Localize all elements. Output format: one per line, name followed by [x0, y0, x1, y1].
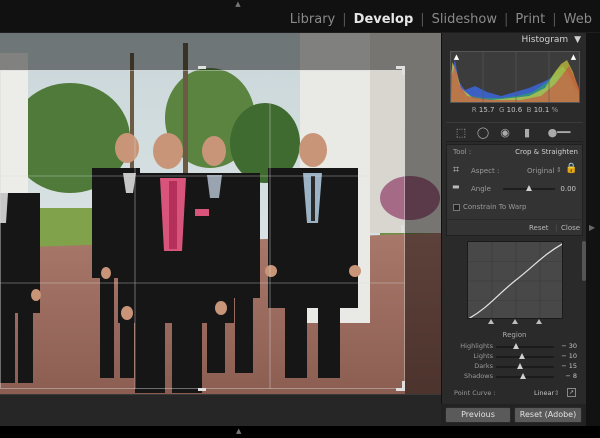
- histogram-title: Histogram: [521, 35, 569, 45]
- highlight-clipping-icon[interactable]: ▲: [570, 54, 577, 61]
- histogram-plot: [451, 52, 579, 102]
- module-slideshow[interactable]: Slideshow: [432, 12, 497, 27]
- chevron-updown-icon[interactable]: ⇕: [554, 389, 559, 397]
- tool-name: Crop & Straighten: [515, 148, 578, 156]
- red-eye-icon[interactable]: ◉: [498, 126, 512, 139]
- bottom-panel-strip: ▲: [0, 426, 600, 438]
- readout-g-label: G: [498, 106, 505, 114]
- lights-slider[interactable]: [496, 353, 554, 359]
- curve-split-handle[interactable]: [488, 319, 494, 324]
- crop-button-separator: |: [555, 224, 558, 232]
- module-print[interactable]: Print: [515, 12, 545, 27]
- lights-slider-thumb[interactable]: [519, 353, 526, 359]
- module-web[interactable]: Web: [564, 12, 592, 27]
- readout-b-label: B: [526, 106, 532, 114]
- shadows-label: Shadows: [463, 372, 493, 380]
- readout-b-value: 10.1: [533, 106, 550, 114]
- angle-slider[interactable]: [503, 185, 555, 191]
- shadow-clipping-icon[interactable]: ▲: [453, 54, 460, 61]
- shadows-slider[interactable]: [496, 373, 554, 379]
- top-panel-toggle-icon[interactable]: ▲: [233, 0, 243, 8]
- crop-frame-icon[interactable]: ⌗: [453, 164, 465, 176]
- straighten-icon[interactable]: ▬: [452, 182, 466, 192]
- point-curve-row: Point Curve : Linear ⇕ ↗: [446, 388, 583, 399]
- crop-overlay-icon[interactable]: ⬚: [454, 126, 468, 139]
- highlights-value[interactable]: − 30: [561, 342, 577, 350]
- reset-adobe-button[interactable]: Reset (Adobe): [514, 407, 582, 423]
- module-library[interactable]: Library: [290, 12, 335, 27]
- readout-r-label: R: [471, 106, 477, 114]
- constrain-to-warp-checkbox[interactable]: [453, 204, 460, 211]
- tone-curve-graph[interactable]: [467, 241, 563, 319]
- image-work-area: [0, 33, 441, 426]
- darks-label: Darks: [474, 362, 493, 370]
- shadows-slider-row: Shadows − 8: [446, 372, 583, 382]
- angle-label: Angle: [471, 185, 491, 193]
- highlights-slider-thumb[interactable]: [513, 343, 520, 349]
- highlights-slider[interactable]: [496, 343, 554, 349]
- crop-panel: Tool : Crop & Straighten ⌗ Aspect : Orig…: [446, 144, 584, 236]
- point-curve-icon[interactable]: ↗: [567, 388, 576, 397]
- module-separator: |: [342, 12, 347, 27]
- readout-r-value: 15.7: [478, 106, 495, 114]
- darks-slider-thumb[interactable]: [517, 363, 524, 369]
- previous-button[interactable]: Previous: [445, 407, 511, 423]
- readout-unit: %: [551, 106, 559, 114]
- histogram-readout: R 15.7 G 10.6 B 10.1 %: [450, 106, 580, 114]
- highlights-slider-row: Highlights − 30: [446, 342, 583, 352]
- toolbar-strip: [0, 394, 441, 426]
- constrain-to-warp-label: Constrain To Warp: [463, 203, 527, 211]
- photo-canvas[interactable]: [0, 33, 441, 394]
- crop-reset-button[interactable]: Reset: [529, 224, 549, 232]
- module-list: Library | Develop | Slideshow | Print | …: [290, 12, 592, 27]
- chevron-down-icon[interactable]: ⇕: [556, 166, 562, 174]
- crop-close-button[interactable]: Close: [561, 224, 580, 232]
- curve-split-handle[interactable]: [512, 319, 518, 324]
- panel-button-bar: Previous Reset (Adobe): [441, 404, 586, 426]
- module-picker: ▲ Library | Develop | Slideshow | Print …: [0, 0, 600, 33]
- spot-removal-icon[interactable]: ◯: [476, 126, 490, 139]
- photo-image: [0, 33, 441, 394]
- readout-g-value: 10.6: [506, 106, 523, 114]
- point-curve-label: Point Curve :: [454, 389, 496, 397]
- shadows-value[interactable]: − 8: [565, 372, 577, 380]
- crop-actions: Reset | Close: [447, 219, 584, 235]
- bottom-panel-toggle-icon[interactable]: ▲: [236, 427, 241, 435]
- collapse-triangle-icon[interactable]: ▼: [574, 35, 581, 45]
- highlights-label: Highlights: [460, 342, 493, 350]
- lights-value[interactable]: − 10: [561, 352, 577, 360]
- shadows-slider-thumb[interactable]: [519, 373, 526, 379]
- adjustment-brush-icon[interactable]: ●━━: [542, 126, 576, 139]
- point-curve-select[interactable]: Linear: [534, 389, 554, 397]
- curve-split-handle[interactable]: [536, 319, 542, 324]
- curve-split-handles: [467, 319, 563, 325]
- aspect-label: Aspect :: [471, 167, 500, 175]
- expand-right-icon[interactable]: ▶: [589, 223, 595, 232]
- lights-slider-row: Lights − 10: [446, 352, 583, 362]
- develop-tool-strip: ⬚ ◯ ◉ ▮ ●━━: [446, 122, 583, 142]
- lights-label: Lights: [473, 352, 493, 360]
- histogram-header[interactable]: Histogram ▼: [446, 35, 583, 49]
- module-develop[interactable]: Develop: [354, 12, 414, 27]
- graduated-filter-icon[interactable]: ▮: [520, 126, 534, 139]
- lock-icon[interactable]: 🔒: [565, 163, 577, 175]
- histogram-graph[interactable]: ▲ ▲: [450, 51, 580, 103]
- aspect-select[interactable]: Original: [527, 167, 554, 175]
- develop-right-panel: Histogram ▼ ▲ ▲ R 15.7 G 10.6 B 10.1 % ⬚…: [441, 33, 586, 426]
- module-separator: |: [503, 12, 509, 27]
- darks-value[interactable]: − 15: [561, 362, 577, 370]
- region-title: Region: [502, 331, 527, 339]
- darks-slider[interactable]: [496, 363, 554, 369]
- module-separator: |: [420, 12, 425, 27]
- darks-slider-row: Darks − 15: [446, 362, 583, 372]
- angle-value[interactable]: 0.00: [560, 185, 576, 193]
- right-panel-toggle[interactable]: ▶: [586, 33, 600, 426]
- tone-curve-plot: [468, 242, 562, 318]
- angle-slider-thumb[interactable]: [526, 185, 532, 191]
- module-separator: |: [552, 12, 557, 27]
